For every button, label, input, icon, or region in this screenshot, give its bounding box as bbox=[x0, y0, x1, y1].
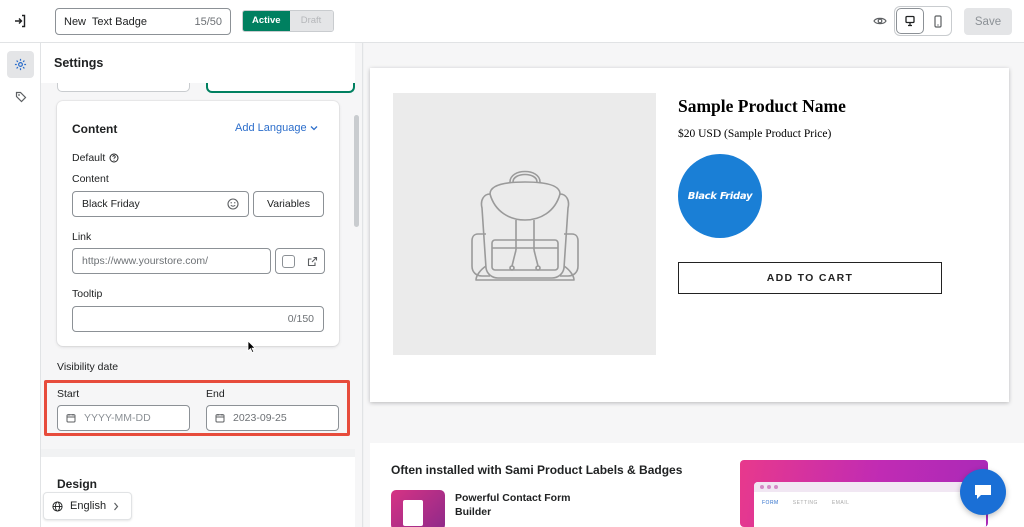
status-active-button[interactable]: Active bbox=[243, 11, 290, 31]
desktop-view-button[interactable] bbox=[896, 8, 924, 34]
badge-type-option-selected[interactable] bbox=[206, 83, 355, 93]
section-divider bbox=[41, 449, 355, 457]
recommended-apps: Often installed with Sami Product Labels… bbox=[370, 443, 1024, 527]
default-language-label: Default bbox=[72, 152, 119, 164]
exit-button[interactable] bbox=[8, 9, 32, 33]
preview-button[interactable] bbox=[870, 12, 890, 30]
badge-type-selector bbox=[57, 83, 355, 95]
left-rail bbox=[0, 43, 41, 527]
design-card-title: Design bbox=[57, 477, 98, 491]
visibility-date-label: Visibility date bbox=[57, 361, 119, 373]
help-icon[interactable] bbox=[109, 153, 119, 163]
calendar-icon bbox=[66, 414, 76, 423]
mobile-view-button[interactable] bbox=[925, 7, 951, 35]
recommended-apps-title: Often installed with Sami Product Labels… bbox=[391, 463, 683, 477]
link-label: Link bbox=[72, 231, 92, 243]
banner-tab-email: EMAIL bbox=[831, 500, 850, 506]
tooltip-char-count: 0/150 bbox=[287, 313, 314, 325]
badge-title-value: New Text Badge bbox=[64, 15, 147, 28]
language-selector[interactable]: English bbox=[43, 492, 132, 520]
start-date-label: Start bbox=[57, 388, 80, 400]
backpack-icon bbox=[470, 170, 579, 281]
badge-preview: Black Friday bbox=[678, 154, 762, 238]
settings-panel: Content Add Language Default Content Bla… bbox=[41, 43, 363, 527]
tooltip-input[interactable]: 0/150 bbox=[72, 306, 324, 332]
badge-title-input[interactable]: New Text Badge 15/50 bbox=[55, 8, 231, 35]
top-bar: New Text Badge 15/50 Active Draft Save bbox=[0, 0, 1024, 43]
add-to-cart-button[interactable]: ADD TO CART bbox=[678, 262, 942, 294]
product-image bbox=[393, 93, 656, 355]
content-card-title: Content bbox=[72, 122, 118, 136]
chevron-right-icon bbox=[114, 502, 119, 510]
rail-item-badges[interactable] bbox=[7, 83, 34, 110]
tooltip-label: Tooltip bbox=[72, 288, 103, 300]
mobile-icon bbox=[934, 14, 942, 28]
content-label: Content bbox=[72, 173, 109, 185]
add-language-label: Add Language bbox=[235, 122, 307, 134]
globe-icon bbox=[52, 500, 63, 512]
panel-title: Settings bbox=[41, 43, 355, 83]
chat-icon bbox=[975, 485, 991, 499]
banner-tab-form: FORM bbox=[762, 500, 779, 506]
status-toggle: Active Draft bbox=[242, 10, 334, 32]
contact-form-app-name[interactable]: Powerful Contact Form Builder bbox=[455, 491, 585, 519]
contact-form-app-icon[interactable] bbox=[391, 490, 445, 527]
chat-button[interactable] bbox=[960, 469, 1006, 515]
tag-icon bbox=[15, 91, 26, 102]
open-new-tab-checkbox[interactable] bbox=[282, 254, 295, 268]
preview-area: Sample Product Name $20 USD (Sample Prod… bbox=[364, 43, 1024, 527]
link-options bbox=[275, 248, 325, 274]
device-toggle bbox=[894, 6, 952, 36]
add-language-button[interactable]: Add Language bbox=[235, 122, 318, 134]
eye-icon bbox=[873, 17, 887, 25]
end-date-label: End bbox=[206, 388, 225, 400]
title-char-count: 15/50 bbox=[194, 15, 222, 28]
badge-type-option[interactable] bbox=[57, 83, 190, 92]
link-input[interactable]: https://www.yourstore.com/ bbox=[72, 248, 271, 274]
banner-tab-setting: SETTING bbox=[792, 500, 818, 506]
contact-form-app-banner[interactable]: FORM SETTING EMAIL bbox=[740, 460, 988, 527]
save-button[interactable]: Save bbox=[964, 8, 1012, 35]
calendar-icon bbox=[215, 414, 225, 423]
desktop-icon bbox=[905, 15, 915, 27]
end-date-input[interactable]: 2023-09-25 bbox=[206, 405, 339, 431]
product-name: Sample Product Name bbox=[678, 96, 846, 116]
product-price: $20 USD (Sample Product Price) bbox=[678, 128, 832, 140]
mouse-cursor bbox=[247, 340, 256, 353]
link-placeholder: https://www.yourstore.com/ bbox=[82, 255, 209, 267]
start-date-placeholder: YYYY-MM-DD bbox=[84, 412, 151, 424]
emoji-icon[interactable] bbox=[227, 198, 239, 210]
exit-icon bbox=[15, 14, 26, 28]
content-text-value: Black Friday bbox=[82, 198, 140, 210]
product-preview-card: Sample Product Name $20 USD (Sample Prod… bbox=[370, 68, 1009, 402]
external-link-icon bbox=[307, 256, 318, 266]
chevron-down-icon bbox=[310, 126, 318, 131]
language-label: English bbox=[70, 500, 107, 512]
end-date-value: 2023-09-25 bbox=[233, 412, 287, 424]
rail-item-settings[interactable] bbox=[7, 51, 34, 78]
start-date-input[interactable]: YYYY-MM-DD bbox=[57, 405, 190, 431]
status-draft-button[interactable]: Draft bbox=[289, 11, 333, 31]
content-text-input[interactable]: Black Friday bbox=[72, 191, 249, 217]
gear-icon bbox=[14, 58, 27, 71]
content-card: Content Add Language Default Content Bla… bbox=[57, 101, 339, 346]
panel-scrollbar[interactable] bbox=[354, 115, 359, 227]
variables-button[interactable]: Variables bbox=[253, 191, 324, 217]
default-label-text: Default bbox=[72, 152, 106, 164]
